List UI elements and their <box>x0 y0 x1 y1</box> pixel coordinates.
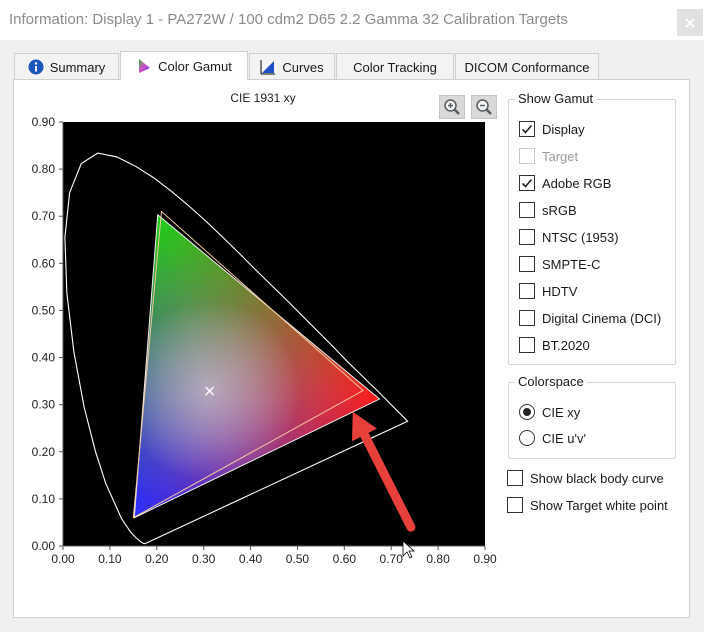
checkbox-label: Show Target white point <box>530 497 668 513</box>
colorspace-group <box>508 382 676 459</box>
x-tick-label: 0.70 <box>380 552 404 566</box>
radio-cie-xy[interactable]: CIE xy <box>519 404 580 420</box>
checkbox <box>519 148 535 164</box>
checkbox[interactable] <box>507 497 523 513</box>
radio-button[interactable] <box>519 430 535 446</box>
y-tick-label: 0.40 <box>32 351 56 365</box>
y-tick-label: 0.50 <box>32 303 56 317</box>
x-tick-label: 0.30 <box>192 552 216 566</box>
checkbox-label: SMPTE-C <box>542 256 601 272</box>
tab-color-gamut[interactable]: Color Gamut <box>120 51 248 80</box>
checkbox-label: Target <box>542 148 579 164</box>
radio-button[interactable] <box>519 404 535 420</box>
checkbox-label: HDTV <box>542 283 578 299</box>
show-black-body-checkbox[interactable]: Show black body curve <box>507 470 664 486</box>
checkbox-label: sRGB <box>542 202 577 218</box>
y-tick-label: 0.90 <box>32 115 56 129</box>
gamut-option-adobe-rgb[interactable]: Adobe RGB <box>519 175 611 191</box>
checkbox-label: NTSC (1953) <box>542 229 619 245</box>
y-tick-label: 0.10 <box>32 492 56 506</box>
gamut-option-digital-cinema-dci[interactable]: Digital Cinema (DCI) <box>519 310 661 326</box>
y-tick-label: 0.70 <box>32 209 56 223</box>
checkbox-label: BT.2020 <box>542 337 590 353</box>
x-tick-label: 0.40 <box>239 552 263 566</box>
checkbox[interactable] <box>519 256 535 272</box>
checkbox-label: Digital Cinema (DCI) <box>542 310 662 326</box>
gamut-option-smpte-c[interactable]: SMPTE-C <box>519 256 601 272</box>
colorspace-label: Colorspace <box>515 374 587 389</box>
checkbox[interactable] <box>519 229 535 245</box>
checkbox-label: Display <box>542 121 585 137</box>
checkbox[interactable] <box>507 470 523 486</box>
y-tick-label: 0.80 <box>32 162 56 176</box>
gamut-option-srgb[interactable]: sRGB <box>519 202 577 218</box>
radio-label: CIE xy <box>542 404 581 420</box>
x-tick-label: 0.90 <box>473 552 497 566</box>
gamut-option-hdtv[interactable]: HDTV <box>519 283 577 299</box>
checkbox[interactable] <box>519 202 535 218</box>
gamut-option-bt-2020[interactable]: BT.2020 <box>519 337 590 353</box>
y-tick-label: 0.30 <box>32 398 56 412</box>
gamut-icon <box>139 59 151 73</box>
y-tick-label: 0.60 <box>32 256 56 270</box>
checkmark-icon <box>521 124 533 134</box>
gamut-option-ntsc-1953[interactable]: NTSC (1953) <box>519 229 619 245</box>
checkbox[interactable] <box>519 283 535 299</box>
checkbox[interactable] <box>519 175 535 191</box>
x-tick-label: 0.50 <box>286 552 310 566</box>
checkbox[interactable] <box>519 310 535 326</box>
checkmark-icon <box>521 178 533 188</box>
x-tick-label: 0.00 <box>51 552 75 566</box>
y-tick-label: 0.20 <box>32 445 56 459</box>
x-tick-label: 0.60 <box>333 552 357 566</box>
y-tick-label: 0.00 <box>32 539 56 553</box>
radio-label: CIE u'v' <box>542 430 586 446</box>
gamut-option-target: Target <box>519 148 578 164</box>
gamut-option-display[interactable]: Display <box>519 121 585 137</box>
show-target-white-checkbox[interactable]: Show Target white point <box>507 497 668 513</box>
checkbox-label: Show black body curve <box>530 470 664 486</box>
x-tick-label: 0.80 <box>426 552 450 566</box>
show-gamut-label: Show Gamut <box>515 91 597 106</box>
checkbox[interactable] <box>519 337 535 353</box>
x-tick-label: 0.10 <box>98 552 122 566</box>
tab-label: Color Gamut <box>158 58 232 74</box>
x-tick-label: 0.20 <box>145 552 169 566</box>
checkbox[interactable] <box>519 121 535 137</box>
radio-cie-uv[interactable]: CIE u'v' <box>519 430 586 446</box>
checkbox-label: Adobe RGB <box>542 175 612 191</box>
